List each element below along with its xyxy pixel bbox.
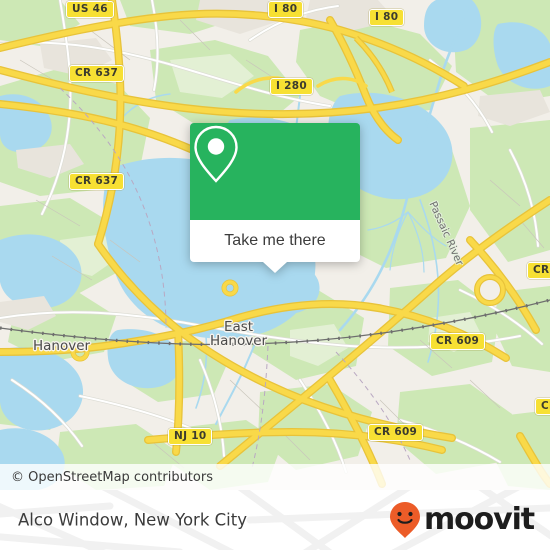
road-shield: CR 609 [430, 333, 486, 350]
map-pin-icon [194, 125, 238, 183]
callout-pointer [263, 262, 287, 273]
osm-attribution-text[interactable]: © OpenStreetMap contributors [0, 470, 213, 485]
moovit-location-card: .w{fill:#a9d9ef} .g{fill:#cde8b5} .gl{fi… [0, 0, 550, 550]
road-shield: CR 609 [368, 424, 424, 441]
road-shield: NJ 10 [168, 428, 213, 445]
location-callout-card[interactable]: Take me there [190, 123, 360, 273]
footer-bar: Alco Window, New York City moovit [0, 490, 550, 550]
callout-action[interactable]: Take me there [190, 220, 360, 262]
road-shield: I 80 [268, 1, 304, 18]
moovit-pin-icon [389, 502, 420, 538]
road-shield: CR 637 [69, 173, 125, 190]
map-attribution-bar: © OpenStreetMap contributors [0, 464, 550, 490]
road-shield: CR [535, 398, 550, 415]
place-label-hanover: Hanover [33, 338, 91, 354]
road-shield: CR 6 [527, 262, 550, 279]
road-shield: US 46 [66, 1, 114, 18]
moovit-logo[interactable]: moovit [389, 501, 535, 539]
road-shield: I 80 [369, 9, 405, 26]
place-label-east-hanover: East Hanover [210, 319, 268, 349]
take-me-there-label: Take me there [224, 232, 326, 249]
road-shield: CR 637 [69, 65, 125, 82]
road-shield: I 280 [270, 78, 313, 95]
map-canvas[interactable]: .w{fill:#a9d9ef} .g{fill:#cde8b5} .gl{fi… [0, 0, 550, 490]
moovit-wordmark: moovit [423, 502, 535, 537]
callout-header [190, 123, 360, 220]
footer-location-title: Alco Window, New York City [18, 510, 247, 530]
